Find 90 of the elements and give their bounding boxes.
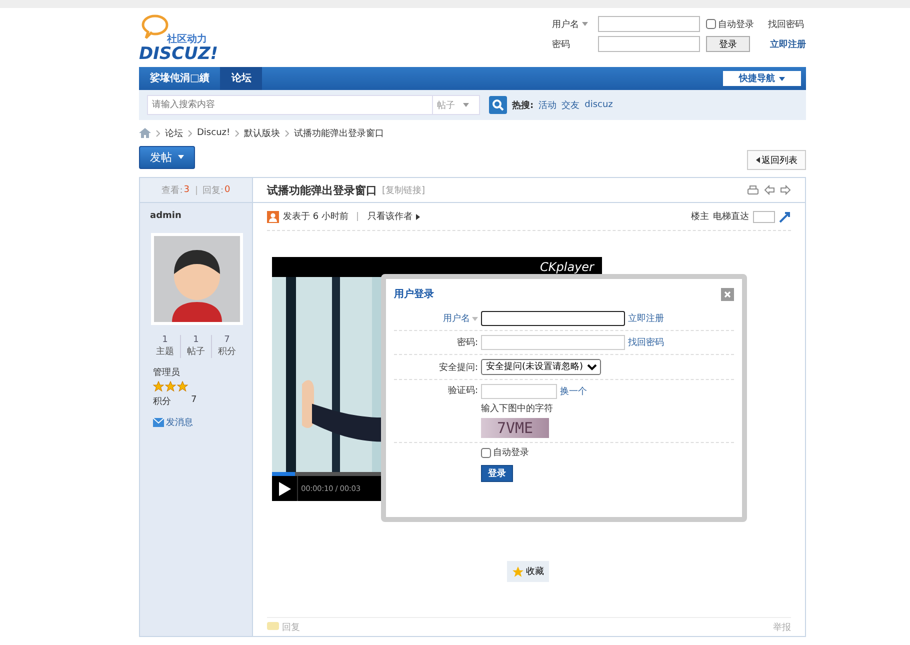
hot-search-label: 热搜: bbox=[512, 100, 534, 112]
search-button[interactable] bbox=[489, 96, 507, 114]
views-label: 查看: bbox=[162, 184, 183, 196]
username-label[interactable]: 用户名 bbox=[552, 18, 579, 30]
password-label: 密码: bbox=[456, 336, 478, 349]
next-arrow-icon[interactable] bbox=[780, 185, 791, 195]
username-field[interactable] bbox=[481, 311, 625, 326]
logo-tagline: 社区动力 bbox=[167, 32, 207, 46]
only-author-link[interactable]: 只看该作者 bbox=[367, 210, 412, 223]
password-field[interactable] bbox=[481, 335, 625, 350]
replies-label: 回复: bbox=[202, 184, 224, 196]
caret-icon bbox=[463, 103, 469, 107]
chevron-icon bbox=[188, 130, 192, 136]
username-label[interactable]: 用户名 bbox=[443, 312, 470, 325]
search-field[interactable]: 请输入搜索内容 bbox=[147, 95, 433, 115]
register-link[interactable]: 立即注册 bbox=[628, 312, 664, 325]
hot-search-link[interactable]: 交友 bbox=[562, 98, 580, 112]
captcha-label: 验证码: bbox=[448, 384, 478, 397]
caret-icon bbox=[178, 155, 184, 159]
chevron-icon bbox=[156, 130, 160, 136]
hot-search-link[interactable]: 活动 bbox=[538, 98, 557, 112]
auto-login-checkbox[interactable] bbox=[481, 448, 491, 458]
star-icon bbox=[512, 566, 524, 578]
new-post-button[interactable]: 发帖 bbox=[139, 146, 195, 168]
quick-nav-button[interactable]: 快捷导航 bbox=[723, 71, 801, 86]
close-button[interactable] bbox=[721, 288, 734, 300]
forgot-password-link[interactable]: 找回密码 bbox=[628, 336, 664, 349]
stat-value[interactable]: 7 bbox=[224, 335, 230, 345]
replies-count: 0 bbox=[224, 185, 230, 195]
print-icon[interactable] bbox=[747, 184, 759, 196]
register-link[interactable]: 立即注册 bbox=[770, 38, 806, 50]
forgot-password-link[interactable]: 找回密码 bbox=[768, 18, 804, 30]
back-to-list-button[interactable]: 返回列表 bbox=[747, 150, 806, 170]
logo-text: DISCUZ! bbox=[139, 44, 218, 64]
password-field[interactable] bbox=[598, 36, 700, 52]
hot-search-link[interactable]: discuz bbox=[584, 100, 613, 110]
views-count: 3 bbox=[184, 185, 190, 195]
floor-jump-field[interactable] bbox=[753, 210, 775, 222]
captcha-image: 7VME bbox=[481, 418, 549, 438]
breadcrumb-link[interactable]: 默认版块 bbox=[244, 126, 280, 140]
stat-value[interactable]: 1 bbox=[193, 335, 199, 345]
refresh-captcha-link[interactable]: 换一个 bbox=[560, 385, 587, 398]
go-arrow-icon[interactable] bbox=[779, 210, 791, 222]
breadcrumb-link[interactable]: 试播功能弹出登录窗口 bbox=[294, 126, 384, 140]
previous-arrow-icon[interactable] bbox=[764, 185, 775, 195]
play-icon bbox=[278, 482, 290, 496]
stat-label: 主题 bbox=[156, 346, 174, 358]
caret-icon bbox=[756, 157, 760, 163]
points-label: 积分 bbox=[153, 396, 171, 408]
player-brand: CKplayer bbox=[540, 260, 594, 274]
post-time: 发表于 6 小时前 bbox=[283, 210, 348, 223]
caret-icon[interactable] bbox=[416, 214, 420, 220]
nav-tab[interactable]: 论坛 bbox=[220, 67, 262, 90]
send-message-link[interactable]: 发消息 bbox=[166, 416, 193, 429]
dialog-title: 用户登录 bbox=[394, 287, 434, 301]
points-value: 7 bbox=[191, 395, 197, 407]
captcha-hint: 输入下图中的字符 bbox=[481, 402, 554, 415]
security-question-select[interactable]: 安全提问(未设置请忽略) bbox=[481, 359, 601, 375]
floor-label: 楼主 bbox=[691, 210, 709, 223]
breadcrumb-link[interactable]: 论坛 bbox=[165, 126, 183, 140]
login-button[interactable]: 登录 bbox=[706, 36, 750, 52]
captcha-field[interactable] bbox=[481, 384, 557, 399]
close-icon bbox=[724, 290, 731, 298]
user-icon bbox=[267, 210, 279, 222]
stat-label: 帖子 bbox=[187, 346, 205, 358]
auto-login-checkbox[interactable] bbox=[706, 19, 716, 29]
discuz-logo[interactable]: 社区动力 DISCUZ! bbox=[139, 14, 231, 62]
home-icon[interactable] bbox=[139, 128, 151, 138]
favorite-button[interactable]: 收藏 bbox=[507, 561, 549, 582]
person-silhouette-icon bbox=[154, 236, 240, 322]
security-question-label: 安全提问: bbox=[438, 362, 478, 374]
chevron-icon bbox=[235, 130, 240, 136]
caret-icon bbox=[779, 76, 785, 80]
nav-tab[interactable]: 娑堟伅涓□績 bbox=[139, 67, 220, 90]
password-label: 密码 bbox=[552, 38, 570, 50]
envelope-icon[interactable] bbox=[153, 418, 164, 427]
user-group[interactable]: 管理员 bbox=[140, 358, 252, 379]
stat-value[interactable]: 1 bbox=[162, 335, 168, 345]
login-button[interactable]: 登录 bbox=[481, 465, 513, 482]
auto-login-label[interactable]: 自动登录 bbox=[493, 446, 529, 459]
avatar[interactable] bbox=[151, 233, 243, 325]
stat-label: 积分 bbox=[218, 346, 236, 358]
author-name[interactable]: admin bbox=[140, 203, 252, 229]
username-field[interactable] bbox=[598, 16, 700, 32]
thread-title: 试播功能弹出登录窗口 bbox=[267, 182, 377, 198]
chevron-icon bbox=[285, 130, 290, 136]
breadcrumb-link[interactable]: Discuz! bbox=[197, 128, 230, 138]
search-icon bbox=[492, 99, 504, 111]
auto-login-label[interactable]: 自动登录 bbox=[718, 18, 754, 30]
jump-label: 电梯直达 bbox=[713, 210, 749, 223]
